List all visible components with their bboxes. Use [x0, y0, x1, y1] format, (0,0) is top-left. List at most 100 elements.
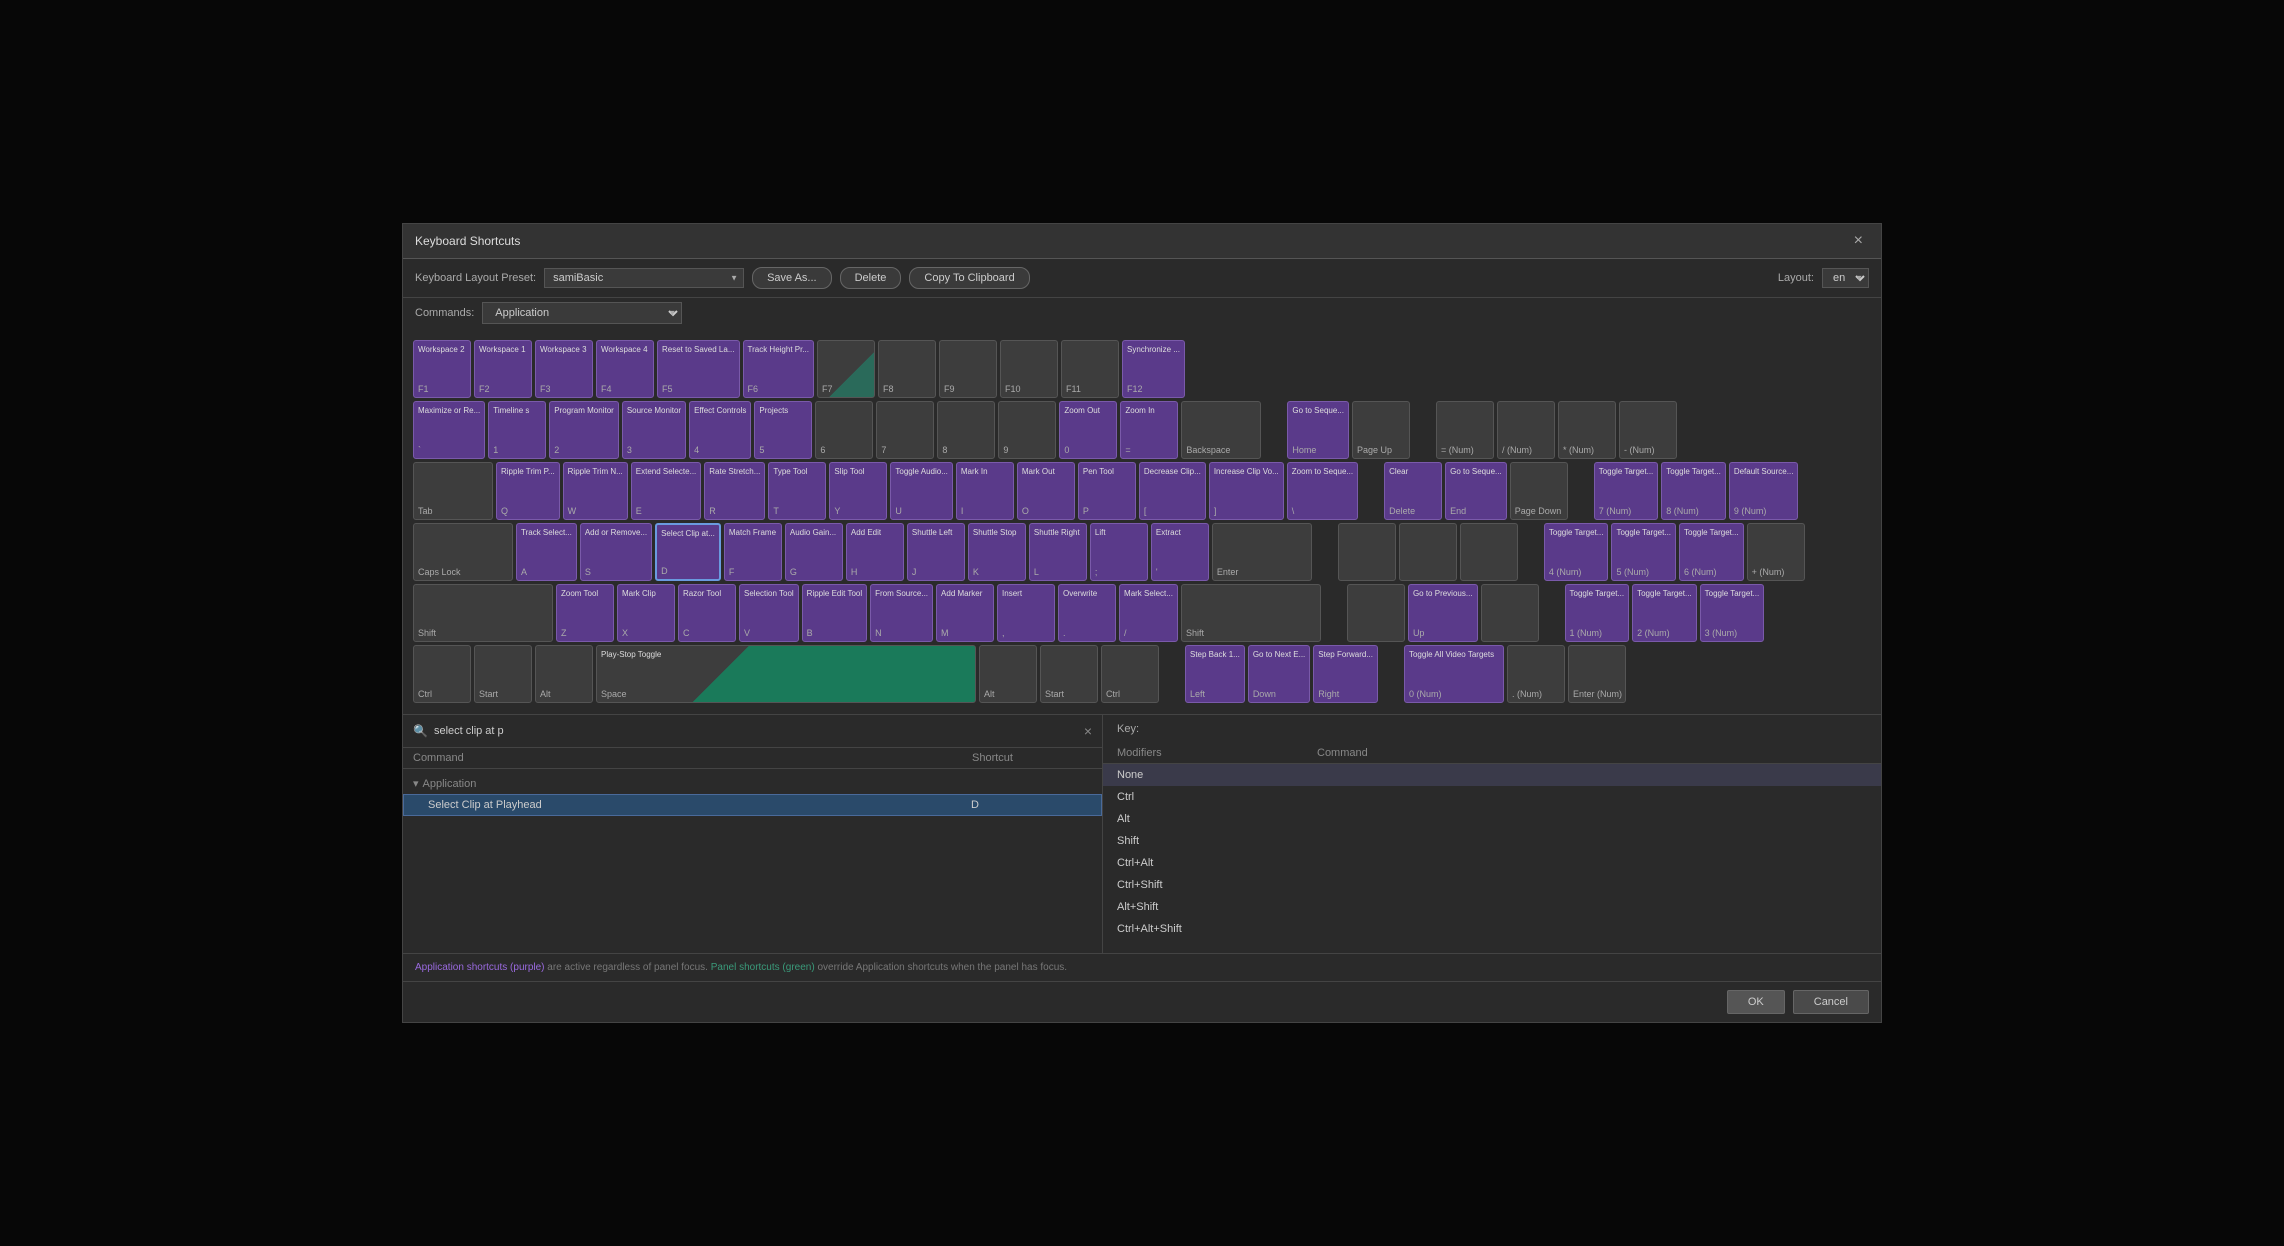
- key-2[interactable]: Program Monitor 2: [549, 401, 619, 459]
- key-num0[interactable]: Toggle All Video Targets 0 (Num): [1404, 645, 1504, 703]
- key-backspace[interactable]: Backspace: [1181, 401, 1261, 459]
- key-e[interactable]: Extend Selecte... E: [631, 462, 701, 520]
- key-alt-r[interactable]: Alt: [979, 645, 1037, 703]
- key-x[interactable]: Mark Clip X: [617, 584, 675, 642]
- modifier-alt-shift[interactable]: Alt+Shift: [1103, 896, 1881, 918]
- key-f[interactable]: Match Frame F: [724, 523, 782, 581]
- key-p[interactable]: Pen Tool P: [1078, 462, 1136, 520]
- key-f7[interactable]: F7: [817, 340, 875, 398]
- key-f10[interactable]: F10: [1000, 340, 1058, 398]
- delete-button[interactable]: Delete: [840, 267, 902, 289]
- modifier-ctrl-alt-shift[interactable]: Ctrl+Alt+Shift: [1103, 918, 1881, 940]
- modifier-alt[interactable]: Alt: [1103, 808, 1881, 830]
- key-num3[interactable]: Toggle Target... 3 (Num): [1700, 584, 1765, 642]
- copy-to-clipboard-button[interactable]: Copy To Clipboard: [909, 267, 1029, 289]
- key-up[interactable]: Go to Previous... Up: [1408, 584, 1478, 642]
- key-f5[interactable]: Reset to Saved La... F5: [657, 340, 740, 398]
- key-a[interactable]: Track Select... A: [516, 523, 577, 581]
- key-home[interactable]: Go to Seque... Home: [1287, 401, 1349, 459]
- key-num-enter[interactable]: Enter (Num): [1568, 645, 1626, 703]
- key-num-dot[interactable]: . (Num): [1507, 645, 1565, 703]
- key-f8[interactable]: F8: [878, 340, 936, 398]
- key-num-minus[interactable]: - (Num): [1619, 401, 1677, 459]
- key-delete[interactable]: Clear Delete: [1384, 462, 1442, 520]
- key-pageup[interactable]: Page Up: [1352, 401, 1410, 459]
- key-f12[interactable]: Synchronize ... F12: [1122, 340, 1185, 398]
- key-backtick[interactable]: Maximize or Re... `: [413, 401, 485, 459]
- key-period[interactable]: Overwrite .: [1058, 584, 1116, 642]
- key-w[interactable]: Ripple Trim N... W: [563, 462, 628, 520]
- key-num-div[interactable]: / (Num): [1497, 401, 1555, 459]
- key-c[interactable]: Razor Tool C: [678, 584, 736, 642]
- key-end[interactable]: Go to Seque... End: [1445, 462, 1507, 520]
- key-5[interactable]: Projects 5: [754, 401, 812, 459]
- key-lshift[interactable]: Shift: [413, 584, 553, 642]
- key-start-l[interactable]: Start: [474, 645, 532, 703]
- key-i[interactable]: Mark In I: [956, 462, 1014, 520]
- modifier-shift[interactable]: Shift: [1103, 830, 1881, 852]
- commands-select[interactable]: Application: [482, 302, 682, 324]
- search-clear-button[interactable]: ×: [1084, 723, 1092, 739]
- search-input[interactable]: [434, 725, 1078, 737]
- key-num6[interactable]: Toggle Target... 6 (Num): [1679, 523, 1744, 581]
- key-quote[interactable]: Extract ': [1151, 523, 1209, 581]
- key-lbracket[interactable]: Decrease Clip... [: [1139, 462, 1206, 520]
- key-b[interactable]: Ripple Edit Tool B: [802, 584, 867, 642]
- key-f9[interactable]: F9: [939, 340, 997, 398]
- key-f3[interactable]: Workspace 3 F3: [535, 340, 593, 398]
- key-num9[interactable]: Default Source... 9 (Num): [1729, 462, 1799, 520]
- key-z[interactable]: Zoom Tool Z: [556, 584, 614, 642]
- cancel-button[interactable]: Cancel: [1793, 990, 1869, 1014]
- key-d[interactable]: Select Clip at... D: [655, 523, 721, 581]
- key-num-mul[interactable]: * (Num): [1558, 401, 1616, 459]
- key-semicolon[interactable]: Lift ;: [1090, 523, 1148, 581]
- key-1[interactable]: Timeline s 1: [488, 401, 546, 459]
- key-num1[interactable]: Toggle Target... 1 (Num): [1565, 584, 1630, 642]
- key-pagedown[interactable]: Page Down: [1510, 462, 1568, 520]
- key-8[interactable]: 8: [937, 401, 995, 459]
- modifier-ctrl-alt[interactable]: Ctrl+Alt: [1103, 852, 1881, 874]
- key-empty4[interactable]: [1347, 584, 1405, 642]
- key-j[interactable]: Shuttle Left J: [907, 523, 965, 581]
- key-f4[interactable]: Workspace 4 F4: [596, 340, 654, 398]
- key-num5[interactable]: Toggle Target... 5 (Num): [1611, 523, 1676, 581]
- key-alt-l[interactable]: Alt: [535, 645, 593, 703]
- key-equals[interactable]: Zoom In =: [1120, 401, 1178, 459]
- key-0[interactable]: Zoom Out 0: [1059, 401, 1117, 459]
- key-f1[interactable]: Workspace 2 F1: [413, 340, 471, 398]
- key-h[interactable]: Add Edit H: [846, 523, 904, 581]
- key-num-eq[interactable]: = (Num): [1436, 401, 1494, 459]
- key-v[interactable]: Selection Tool V: [739, 584, 799, 642]
- key-t[interactable]: Type Tool T: [768, 462, 826, 520]
- key-num7[interactable]: Toggle Target... 7 (Num): [1594, 462, 1659, 520]
- key-empty2[interactable]: [1399, 523, 1457, 581]
- key-backslash[interactable]: Zoom to Seque... \: [1287, 462, 1358, 520]
- key-ctrl-l[interactable]: Ctrl: [413, 645, 471, 703]
- key-start-r[interactable]: Start: [1040, 645, 1098, 703]
- modifier-ctrl-shift[interactable]: Ctrl+Shift: [1103, 874, 1881, 896]
- key-tab[interactable]: Tab: [413, 462, 493, 520]
- key-empty1[interactable]: [1338, 523, 1396, 581]
- key-space[interactable]: Play-Stop Toggle Space: [596, 645, 976, 703]
- key-enter[interactable]: Enter: [1212, 523, 1312, 581]
- key-num-plus[interactable]: + (Num): [1747, 523, 1805, 581]
- key-y[interactable]: Slip Tool Y: [829, 462, 887, 520]
- key-7[interactable]: 7: [876, 401, 934, 459]
- modifier-none[interactable]: None: [1103, 764, 1881, 786]
- key-slash[interactable]: Mark Select... /: [1119, 584, 1178, 642]
- key-k[interactable]: Shuttle Stop K: [968, 523, 1026, 581]
- key-n[interactable]: From Source... N: [870, 584, 933, 642]
- ok-button[interactable]: OK: [1727, 990, 1785, 1014]
- key-empty5[interactable]: [1481, 584, 1539, 642]
- key-s[interactable]: Add or Remove... S: [580, 523, 652, 581]
- key-9[interactable]: 9: [998, 401, 1056, 459]
- layout-select[interactable]: en: [1822, 268, 1869, 288]
- key-u[interactable]: Toggle Audio... U: [890, 462, 952, 520]
- key-r[interactable]: Rate Stretch... R: [704, 462, 765, 520]
- save-as-button[interactable]: Save As...: [752, 267, 832, 289]
- key-6[interactable]: 6: [815, 401, 873, 459]
- modifier-ctrl[interactable]: Ctrl: [1103, 786, 1881, 808]
- key-right[interactable]: Step Forward... Right: [1313, 645, 1378, 703]
- close-button[interactable]: ×: [1848, 230, 1869, 252]
- key-left[interactable]: Step Back 1... Left: [1185, 645, 1245, 703]
